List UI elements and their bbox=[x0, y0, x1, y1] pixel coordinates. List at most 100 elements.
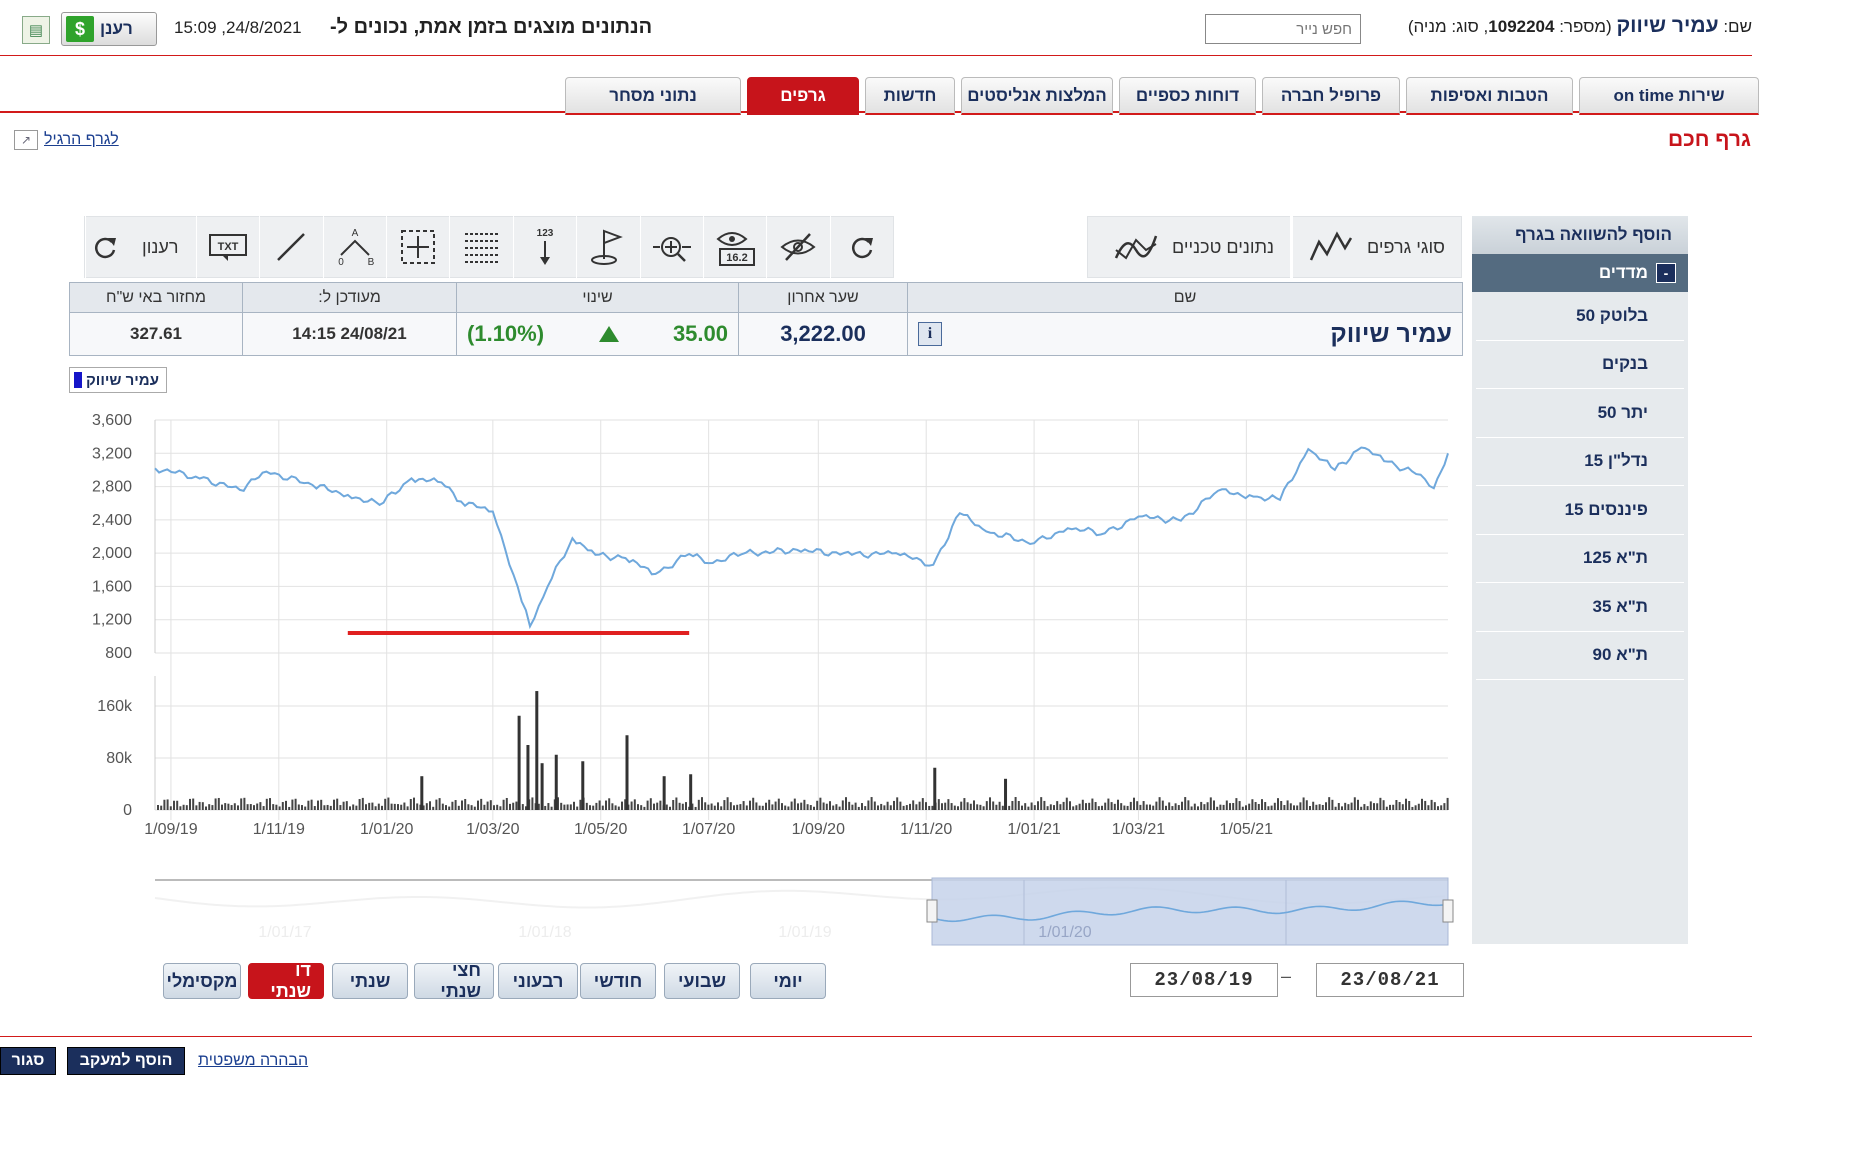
select-tool[interactable] bbox=[386, 216, 449, 278]
tab-3[interactable]: המלצות אנליסטים bbox=[961, 77, 1113, 115]
range-button-4[interactable]: חצי שנתי bbox=[414, 960, 494, 1001]
line-tool[interactable] bbox=[259, 216, 322, 278]
sidebar-item-6[interactable]: ת"א 35 bbox=[1476, 583, 1684, 632]
volume-bar bbox=[409, 799, 412, 810]
regular-graph-text[interactable]: לגרף הרגיל bbox=[44, 131, 119, 149]
add-to-watch-button[interactable]: הוסף למעקב bbox=[67, 1047, 185, 1075]
collapse-icon[interactable]: - bbox=[1656, 263, 1676, 283]
text-tool[interactable]: TXT bbox=[195, 216, 259, 278]
volume-bar bbox=[781, 803, 783, 810]
quote-updated: 24/08/21 14:15 bbox=[242, 313, 456, 355]
volume-bar bbox=[320, 799, 323, 810]
value-tool[interactable]: 123 bbox=[512, 216, 576, 278]
range-button-1[interactable]: שבועי bbox=[664, 963, 740, 999]
volume-bar bbox=[729, 802, 732, 810]
close-button[interactable]: סגור bbox=[0, 1047, 56, 1075]
toolbar-refresh-label[interactable]: רענון bbox=[125, 237, 196, 258]
volume-bar bbox=[301, 805, 303, 810]
technical-data-button[interactable]: נתונים טכניים bbox=[1098, 216, 1290, 278]
navigator-label: 1/01/17 bbox=[258, 924, 311, 941]
range-button-2[interactable]: חודשי bbox=[580, 963, 656, 999]
volume-bar bbox=[941, 803, 943, 810]
volume-bar bbox=[1075, 805, 1078, 810]
tab-6[interactable]: הטבות ואסיפות bbox=[1406, 77, 1573, 115]
volume-bar bbox=[512, 802, 515, 810]
volume-bar bbox=[816, 800, 819, 810]
tab-0[interactable]: נתוני מסחר bbox=[565, 77, 741, 115]
reset-tool[interactable] bbox=[829, 216, 893, 278]
volume-bar bbox=[438, 798, 441, 810]
tab-7[interactable]: שירות on time bbox=[1579, 77, 1759, 115]
volume-bar bbox=[976, 804, 979, 810]
volume-bar bbox=[451, 801, 454, 810]
tab-1[interactable]: גרפים bbox=[747, 77, 859, 115]
volume-bar bbox=[1232, 803, 1235, 810]
col-change: שינוי bbox=[456, 283, 738, 312]
range-button-3[interactable]: רבעוני bbox=[498, 963, 578, 999]
range-button-6[interactable]: דו שנתי bbox=[248, 960, 324, 1001]
navigator-handle[interactable] bbox=[926, 899, 938, 923]
regular-graph-link[interactable]: ↗ לגרף הרגיל bbox=[14, 130, 119, 150]
chart-types-button[interactable]: סוגי גרפים bbox=[1290, 216, 1461, 278]
refresh-button[interactable]: $ רענן bbox=[61, 12, 157, 46]
legal-disclaimer-link[interactable]: הבהרה משפטית bbox=[198, 1052, 308, 1070]
volume-bar bbox=[902, 805, 905, 810]
volume-bar bbox=[1069, 801, 1071, 810]
quote-change-pct: (1.10%) bbox=[467, 321, 545, 346]
indices-group[interactable]: - מדדים bbox=[1472, 254, 1688, 292]
time-tick-label: 1/09/20 bbox=[792, 821, 845, 838]
sidebar-item-5[interactable]: ת"א 125 bbox=[1476, 535, 1684, 583]
volume-bar bbox=[253, 805, 255, 810]
volume-bar bbox=[457, 805, 460, 810]
toolbar-refresh-button[interactable] bbox=[85, 216, 125, 278]
volume-bar bbox=[1101, 805, 1103, 810]
volume-bar bbox=[739, 804, 742, 810]
volume-bar bbox=[201, 802, 204, 810]
sidebar-item-1[interactable]: בנקים bbox=[1476, 341, 1684, 389]
info-icon[interactable]: i bbox=[918, 322, 942, 346]
volume-bar bbox=[1129, 801, 1132, 810]
volume-bar bbox=[1136, 801, 1139, 810]
zoom-tool[interactable] bbox=[639, 216, 703, 278]
volume-bar bbox=[825, 803, 828, 810]
volume-bar bbox=[899, 801, 902, 810]
sidebar-item-7[interactable]: ת"א 90 bbox=[1476, 632, 1684, 680]
eye-value-tool[interactable]: 16.2 bbox=[702, 216, 766, 278]
volume-bar bbox=[1293, 805, 1295, 810]
sidebar-item-3[interactable]: נדל"ן 15 bbox=[1476, 438, 1684, 486]
volume-bar bbox=[697, 799, 700, 810]
hide-tool[interactable] bbox=[766, 216, 829, 278]
price-volume-chart[interactable]: 3,600 3,200 2,800 2,400 2,000 1,600 1,200 800 1/… bbox=[0, 400, 1470, 960]
grid-tool[interactable] bbox=[449, 216, 512, 278]
volume-bar bbox=[1312, 801, 1315, 810]
volume-bar bbox=[1078, 803, 1081, 810]
sidebar-item-0[interactable]: בלוטק 50 bbox=[1476, 292, 1684, 341]
volume-bar bbox=[265, 798, 268, 810]
volume-bar bbox=[297, 804, 300, 810]
time-tick-label: 1/05/20 bbox=[574, 821, 627, 838]
search-input[interactable] bbox=[1205, 14, 1361, 44]
range-button-5[interactable]: שנתי bbox=[332, 963, 408, 999]
range-button-7[interactable]: מקסימלי bbox=[163, 963, 241, 999]
print-icon[interactable]: ▤ bbox=[22, 16, 50, 44]
pattern-tool[interactable]: A 0 B bbox=[322, 216, 386, 278]
volume-bar bbox=[445, 805, 447, 810]
date-to-field[interactable]: 23/08/21 bbox=[1316, 963, 1464, 997]
volume-bar bbox=[1145, 804, 1148, 810]
volume-bar bbox=[1331, 799, 1334, 810]
quote-change: 35.00 bbox=[672, 321, 728, 346]
volume-bar bbox=[1161, 800, 1164, 810]
svg-text:TXT: TXT bbox=[218, 241, 239, 253]
range-button-0[interactable]: יומי bbox=[750, 963, 826, 999]
series-legend[interactable]: עמיר שיווק bbox=[69, 367, 167, 393]
sidebar-item-4[interactable]: פיננסים 15 bbox=[1476, 486, 1684, 535]
volume-bar bbox=[339, 805, 342, 810]
tab-4[interactable]: דוחות כספיים bbox=[1119, 77, 1256, 115]
sidebar-item-2[interactable]: יתר 50 bbox=[1476, 389, 1684, 438]
navigator-handle[interactable] bbox=[1442, 899, 1454, 923]
tab-2[interactable]: חדשות bbox=[865, 77, 955, 115]
volume-bar bbox=[345, 801, 348, 810]
tab-5[interactable]: פרופיל חברה bbox=[1262, 77, 1400, 115]
flag-tool[interactable] bbox=[576, 216, 639, 278]
date-from-field[interactable]: 23/08/19 bbox=[1130, 963, 1278, 997]
